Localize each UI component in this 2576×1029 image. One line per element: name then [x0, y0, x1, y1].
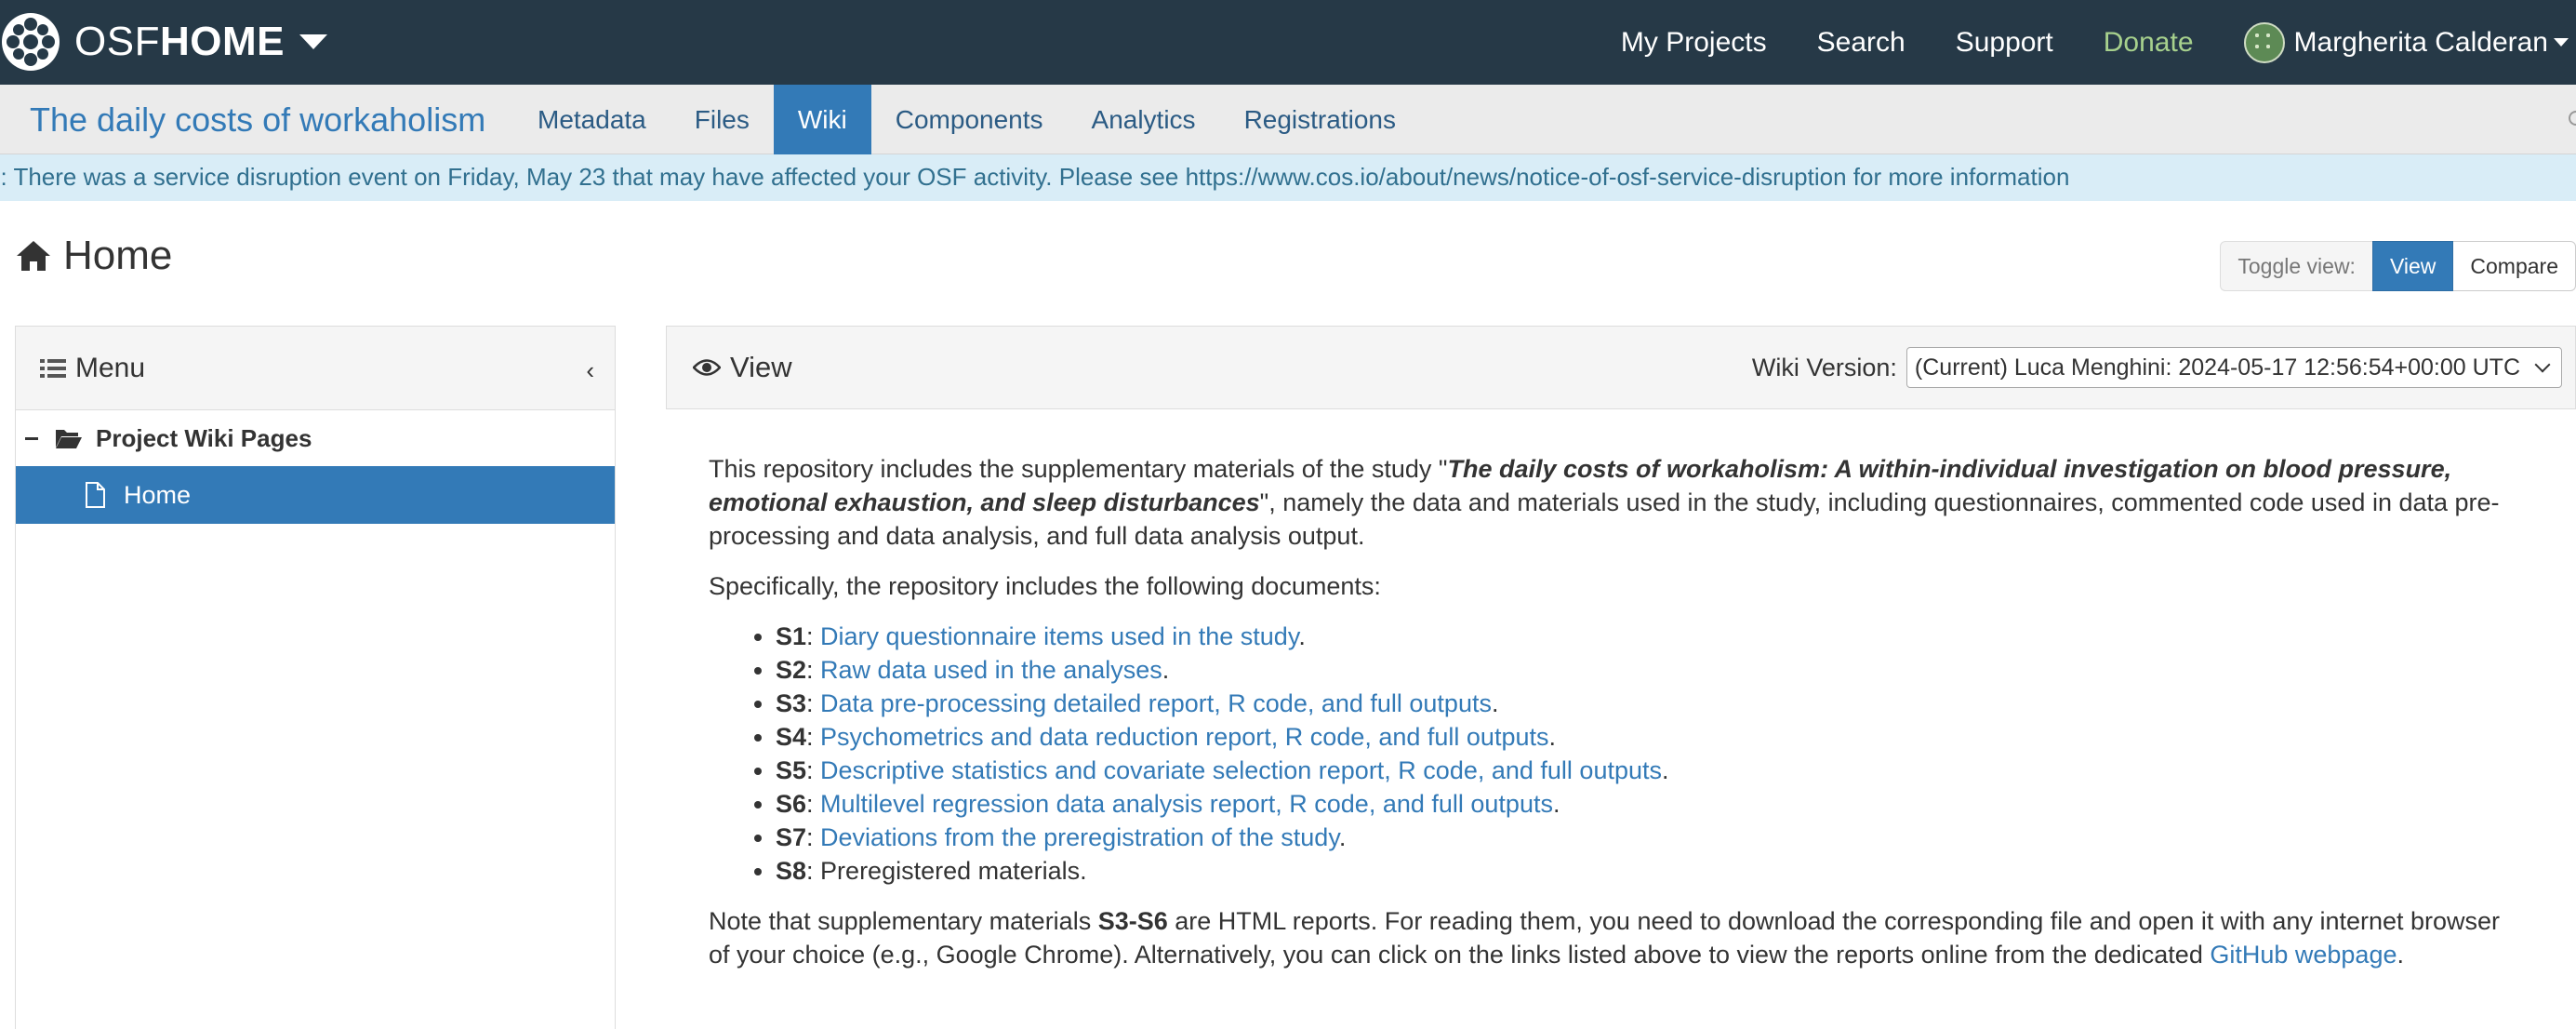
doc-link-s1[interactable]: Diary questionnaire items used in the st… — [820, 622, 1298, 650]
view-button[interactable]: View — [2371, 241, 2454, 291]
tree-root-label: Project Wiki Pages — [96, 423, 312, 452]
doc-link-s4[interactable]: Psychometrics and data reduction report,… — [820, 723, 1548, 751]
tree-root-project-wiki-pages[interactable]: Project Wiki Pages — [16, 410, 615, 466]
view-panel-title: View — [730, 351, 792, 383]
specifically-paragraph: Specifically, the repository includes th… — [709, 572, 1381, 600]
nav-donate[interactable]: Donate — [2104, 27, 2194, 59]
nav-search[interactable]: Search — [1817, 27, 1905, 59]
doc-link-s7[interactable]: Deviations from the preregistration of t… — [820, 823, 1339, 851]
note-text-end: . — [2397, 941, 2404, 969]
wiki-version-select[interactable]: (Current) Luca Menghini: 2024-05-17 12:5… — [1905, 347, 2562, 388]
wiki-version-label: Wiki Version: — [1751, 353, 1897, 381]
tab-metadata[interactable]: Metadata — [513, 85, 671, 154]
doc-code: S1 — [776, 622, 807, 650]
top-navbar: OSF HOME My Projects Search Support Dona… — [0, 0, 2576, 85]
doc-link-s3[interactable]: Data pre-processing detailed report, R c… — [820, 689, 1492, 717]
home-icon — [17, 241, 50, 271]
osf-logo-icon[interactable] — [0, 11, 61, 73]
toggle-view-label: Toggle view: — [2220, 241, 2372, 291]
github-webpage-link[interactable]: GitHub webpage — [2210, 941, 2397, 969]
list-item: S8: Preregistered materials. — [776, 854, 2522, 888]
nav-support[interactable]: Support — [1956, 27, 2053, 59]
tab-registrations[interactable]: Registrations — [1220, 85, 1420, 154]
doc-code: S5 — [776, 756, 807, 784]
toggle-view: Toggle view: View Compare — [2220, 241, 2576, 291]
doc-link-s6[interactable]: Multilevel regression data analysis repo… — [820, 790, 1553, 818]
note-paragraph: Note that supplementary materials S3-S6 … — [709, 904, 2522, 971]
doc-code: S3 — [776, 689, 807, 717]
wiki-menu-panel: Menu ‹ Project Wiki Pages Home — [15, 326, 616, 1029]
collapse-chevron-icon[interactable]: ‹ — [586, 356, 594, 385]
tab-files[interactable]: Files — [671, 85, 774, 154]
note-text-pre: Note that supplementary materials — [709, 907, 1098, 935]
folder-open-icon — [56, 430, 82, 448]
documents-list: S1: Diary questionnaire items used in th… — [709, 620, 2522, 888]
alert-text: e: There was a service disruption event … — [0, 163, 2070, 191]
brand-bold-text: HOME — [159, 19, 285, 64]
page-title: Home — [15, 228, 172, 284]
eye-icon — [693, 359, 721, 376]
overflow-edge-icon — [2569, 111, 2576, 126]
compare-button[interactable]: Compare — [2453, 241, 2576, 291]
doc-code: S4 — [776, 723, 807, 751]
doc-code: S6 — [776, 790, 807, 818]
brand-light-text: OSF — [74, 19, 160, 64]
list-item: S7: Deviations from the preregistration … — [776, 821, 2522, 854]
service-alert-banner: e: There was a service disruption event … — [0, 154, 2576, 201]
doc-code: S8 — [776, 857, 807, 885]
doc-code: S7 — [776, 823, 807, 851]
wiki-view-header: View Wiki Version: (Current) Luca Menghi… — [666, 326, 2576, 409]
menu-header: Menu ‹ — [16, 327, 615, 410]
file-icon — [86, 482, 105, 508]
menu-title: Menu — [75, 352, 146, 383]
avatar — [2243, 21, 2285, 63]
wiki-content: This repository includes the supplementa… — [709, 452, 2522, 988]
note-bold: S3-S6 — [1097, 907, 1168, 935]
caret-down-icon — [2554, 38, 2569, 47]
project-navbar: The daily costs of workaholism Metadata … — [0, 85, 2576, 154]
project-title[interactable]: The daily costs of workaholism — [30, 85, 485, 154]
nav-my-projects[interactable]: My Projects — [1621, 27, 1767, 59]
intro-paragraph: This repository includes the supplementa… — [709, 452, 2522, 553]
list-icon — [40, 358, 66, 378]
wiki-version: Wiki Version: (Current) Luca Menghini: 2… — [1752, 347, 2562, 388]
page-title-text: Home — [63, 233, 173, 278]
collapse-minus-icon[interactable] — [25, 436, 38, 440]
list-item: S5: Descriptive statistics and covariate… — [776, 754, 2522, 787]
tab-analytics[interactable]: Analytics — [1068, 85, 1220, 154]
doc-link-s2[interactable]: Raw data used in the analyses — [820, 656, 1162, 684]
user-name: Margherita Calderan — [2293, 26, 2548, 58]
list-item: S4: Psychometrics and data reduction rep… — [776, 720, 2522, 754]
wiki-page-label: Home — [124, 480, 192, 509]
caret-down-icon — [299, 34, 327, 49]
intro-text-pre: This repository includes the supplementa… — [709, 455, 1448, 483]
osf-home-menu[interactable]: OSF HOME — [74, 13, 327, 71]
doc-text-s8: Preregistered materials — [820, 857, 1081, 885]
tab-wiki[interactable]: Wiki — [773, 85, 871, 154]
tab-components[interactable]: Components — [871, 85, 1068, 154]
user-menu[interactable]: Margherita Calderan — [2243, 21, 2569, 63]
wiki-page-home[interactable]: Home — [16, 466, 615, 524]
list-item: S2: Raw data used in the analyses. — [776, 653, 2522, 687]
list-item: S1: Diary questionnaire items used in th… — [776, 620, 2522, 653]
doc-link-s5[interactable]: Descriptive statistics and covariate sel… — [820, 756, 1662, 784]
list-item: S6: Multilevel regression data analysis … — [776, 787, 2522, 821]
doc-code: S2 — [776, 656, 807, 684]
list-item: S3: Data pre-processing detailed report,… — [776, 687, 2522, 720]
